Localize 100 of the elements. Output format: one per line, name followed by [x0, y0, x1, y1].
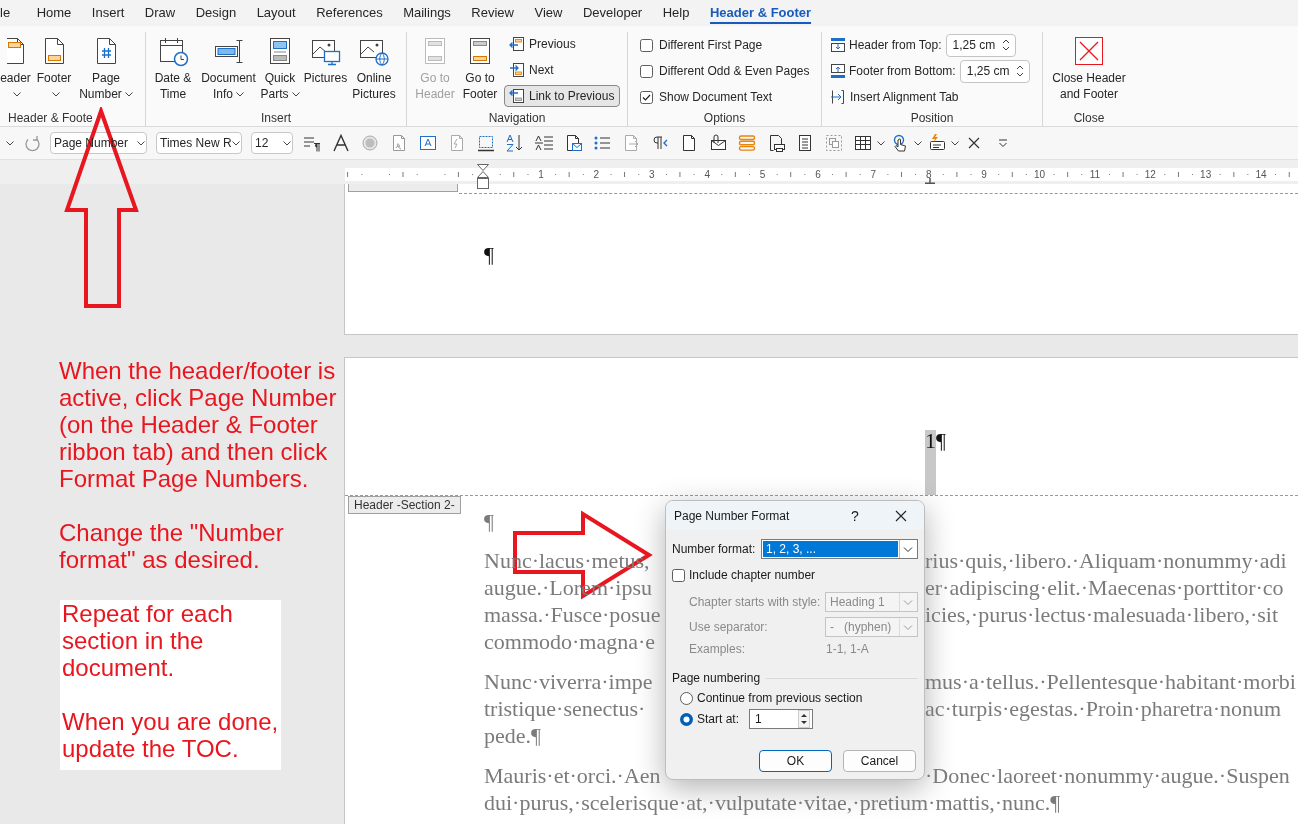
radio-button[interactable]	[680, 712, 693, 726]
header-position-icon	[830, 37, 846, 53]
number-format-dropdown[interactable]: 1, 2, 3, ...	[761, 539, 918, 559]
checkbox-label[interactable]: Include chapter number	[689, 568, 816, 582]
ruler-number: 9	[981, 168, 987, 181]
paragraph-mark: ¶	[484, 242, 494, 268]
redo-icon[interactable]	[23, 134, 41, 152]
page-header-icon[interactable]	[6, 35, 25, 67]
body-text: rius·quis,·libero.·Aliquam·nonummy·adi	[925, 548, 1287, 573]
dialog-button[interactable]: OK	[759, 750, 832, 772]
ribbon-button[interactable]: Date & Time	[149, 32, 197, 110]
caret-icon[interactable]	[914, 140, 922, 146]
radio-label[interactable]: Continue from previous section	[697, 691, 863, 705]
checkbox-label[interactable]: Different Odd & Even Pages	[659, 64, 810, 78]
checkbox-label[interactable]: Different First Page	[659, 38, 763, 52]
ribbon-tab[interactable]: Mailings	[403, 2, 451, 24]
ribbon-button[interactable]: Insert Alignment Tab	[830, 86, 959, 108]
ribbon-tab[interactable]: View	[534, 2, 563, 24]
body-text: dui·purus,·scelerisque·at,·vulputate·vitae,·pretium·mattis,·nunc.¶	[484, 789, 1061, 816]
text-box-icon[interactable]	[418, 133, 438, 153]
checkbox-label[interactable]: Show Document Text	[659, 90, 773, 104]
ribbon-tab[interactable]: Help	[662, 2, 690, 24]
ribbon-button[interactable]: Next	[504, 59, 560, 81]
ruler-number: 4	[704, 168, 710, 181]
ribbon-button[interactable]: Page Number	[77, 32, 135, 110]
ribbon-tab[interactable]: Home	[36, 2, 72, 24]
ribbon-button[interactable]: Footer	[35, 32, 73, 110]
group-label: Navigation	[488, 111, 546, 125]
indent-marker-icon[interactable]	[476, 163, 490, 190]
paragraph-mark: ¶	[484, 508, 494, 535]
alignment-tab-icon	[830, 89, 846, 105]
table-icon[interactable]	[853, 133, 873, 153]
ribbon-tab[interactable]: le	[0, 2, 11, 24]
ribbon-tab[interactable]: References	[316, 2, 383, 24]
ribbon-tab[interactable]: Header & Footer	[709, 2, 812, 24]
ruler-number: 3	[649, 168, 655, 181]
ribbon-button[interactable]: Close Header and Footer	[1049, 32, 1129, 110]
ribbon-tab[interactable]: Review	[471, 2, 514, 24]
group-label: Page numbering	[672, 671, 761, 685]
ribbon-button[interactable]: eader	[0, 32, 31, 110]
dialog-button[interactable]: Cancel	[843, 750, 916, 772]
group-label: Header & Foote	[8, 111, 93, 125]
body-text: massa.·Fusce·posue	[484, 602, 661, 627]
ruler-number: 2	[593, 168, 600, 181]
spin-arrows-icon[interactable]	[1015, 64, 1024, 78]
size-dropdown[interactable]: 12	[251, 132, 293, 154]
line-spacing-icon[interactable]	[534, 133, 554, 153]
radio-label[interactable]: Start at:	[697, 712, 745, 726]
group-label: Close	[1073, 111, 1105, 125]
ribbon-button[interactable]: Go to Footer	[459, 32, 501, 110]
borders-icon[interactable]	[476, 133, 496, 153]
group-label: Insert	[261, 111, 291, 125]
caret-icon	[283, 140, 291, 146]
body-text: tristique·senectus·	[484, 696, 646, 721]
ribbon-tab[interactable]: Design	[195, 2, 237, 24]
checkbox[interactable]	[640, 38, 653, 52]
body-text: mus·a·tellus.·Pellentesque·habitant·morbi	[925, 669, 1296, 694]
paragraph-mark: ¶	[936, 430, 946, 455]
radio-button[interactable]	[680, 691, 693, 705]
ribbon-button[interactable]: Pictures	[303, 32, 348, 110]
tab-stop-icon[interactable]	[925, 178, 935, 184]
field-label: Examples:	[689, 642, 746, 656]
label-icon[interactable]	[927, 133, 947, 153]
calendar-clock-icon[interactable]	[157, 35, 189, 67]
ribbon-tab[interactable]: Insert	[91, 2, 125, 24]
ribbon-button[interactable]: Document Info	[200, 32, 257, 110]
sort-icon[interactable]	[505, 133, 525, 153]
ribbon-tab[interactable]: Developer	[582, 2, 643, 24]
field-label: Number format:	[672, 542, 757, 556]
group-icon[interactable]	[824, 133, 844, 153]
checkbox[interactable]	[672, 568, 685, 582]
caret-icon	[137, 140, 145, 146]
field-label: Header from Top:	[849, 38, 942, 52]
close-icon[interactable]	[895, 509, 907, 522]
body-text: ac·turpis·egestas.·Proin·pharetra·nonum	[925, 696, 1282, 721]
chevron-down-icon[interactable]	[6, 140, 14, 146]
caret-icon[interactable]	[877, 140, 885, 146]
spin-field[interactable]: 1,25 cm	[945, 33, 1016, 57]
ruler-number: 10	[1033, 168, 1046, 181]
caret-icon[interactable]	[951, 140, 959, 146]
font-icon[interactable]	[331, 133, 351, 153]
ribbon-button[interactable]: Link to Previous	[504, 85, 621, 107]
start-at-field[interactable]: 1	[749, 709, 813, 729]
ribbon-button[interactable]: Previous	[504, 33, 582, 55]
help-button[interactable]: ?	[840, 501, 870, 530]
ruler-number: 14	[1255, 168, 1267, 181]
ruler-number: 12	[1144, 168, 1156, 181]
ruler-number: 5	[759, 168, 766, 181]
dialog-title: Page Number Format	[674, 508, 790, 523]
checkbox[interactable]	[640, 90, 653, 104]
ribbon-tab[interactable]: Draw	[144, 2, 176, 24]
ruler-number: 8	[925, 168, 932, 181]
attachment-icon[interactable]	[708, 133, 728, 153]
ribbon-button[interactable]: Quick Parts	[260, 32, 300, 110]
ribbon-button[interactable]: Online Pictures	[351, 32, 397, 110]
checkbox[interactable]	[640, 64, 653, 78]
spin-field[interactable]: 1,25 cm	[959, 59, 1030, 83]
spin-arrows-icon[interactable]	[1001, 38, 1010, 52]
font-dropdown[interactable]: Times New R	[156, 132, 242, 154]
ribbon-tab[interactable]: Layout	[256, 2, 296, 24]
